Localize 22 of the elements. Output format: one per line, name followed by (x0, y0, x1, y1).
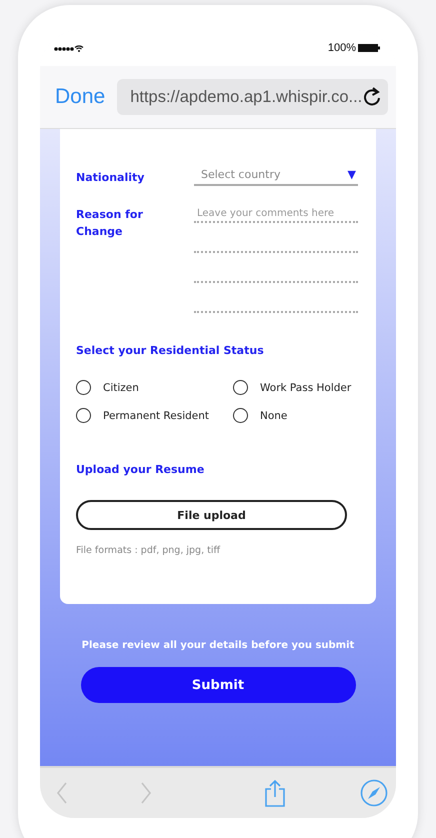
section-title: Upload your Resume (76, 463, 206, 476)
section-title: Select your Residential Status (76, 344, 265, 357)
share-icon[interactable] (264, 779, 286, 807)
review-note: Please review all your details before you submit (82, 640, 354, 651)
reload-icon[interactable] (362, 86, 382, 108)
file-upload-button[interactable]: File upload (76, 500, 347, 530)
field-label: Nationality (76, 171, 146, 186)
compass-icon[interactable] (360, 779, 388, 807)
forward-icon[interactable] (140, 782, 152, 804)
file-formats-hint: File formats : pdf, png, jpg, tiff (76, 545, 222, 556)
battery-percent: 100% (328, 42, 356, 54)
back-icon[interactable] (56, 782, 68, 804)
submit-button[interactable]: Submit (80, 667, 356, 703)
signal-wifi-icon (54, 44, 84, 52)
radio-option[interactable]: None (233, 408, 358, 423)
battery-icon (358, 44, 380, 52)
field-label: Reason for Change (76, 207, 144, 240)
url-field[interactable]: https://apdemo.ap1.whispir.co... (117, 79, 388, 115)
radio-option[interactable]: Citizen (76, 380, 233, 395)
radio-option[interactable]: Work Pass Holder (233, 380, 358, 395)
country-select[interactable]: Select country ▼ (194, 165, 358, 186)
radio-option[interactable]: Permanent Resident (76, 408, 233, 423)
